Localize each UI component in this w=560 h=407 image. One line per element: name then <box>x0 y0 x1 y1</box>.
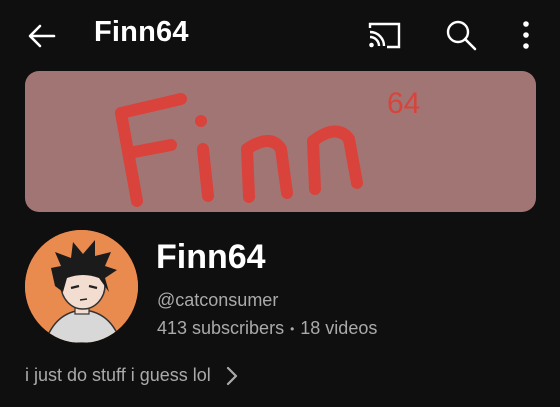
channel-description: i just do stuff i guess lol <box>25 365 211 385</box>
chevron-right-icon <box>226 366 237 385</box>
channel-description-row[interactable]: i just do stuff i guess lol <box>25 365 239 386</box>
more-vert-icon[interactable] <box>514 17 538 53</box>
channel-banner: 64 <box>25 71 536 212</box>
channel-stats: 413 subscribers • 18 videos <box>157 318 377 339</box>
video-count: 18 videos <box>300 318 378 338</box>
search-icon[interactable] <box>443 17 479 53</box>
back-arrow-icon[interactable] <box>24 18 60 54</box>
channel-name: Finn64 <box>156 238 266 276</box>
banner-art: 64 <box>115 87 420 207</box>
subscriber-count: 413 subscribers <box>157 318 285 338</box>
page-title: Finn64 <box>94 16 189 48</box>
channel-avatar[interactable] <box>25 230 138 343</box>
cast-icon[interactable] <box>366 20 402 50</box>
banner-superscript: 64 <box>387 87 420 120</box>
avatar-illustration <box>25 230 138 343</box>
channel-handle: @catconsumer <box>157 290 279 310</box>
separator-dot: • <box>290 321 295 336</box>
top-app-bar: Finn64 <box>0 0 560 70</box>
